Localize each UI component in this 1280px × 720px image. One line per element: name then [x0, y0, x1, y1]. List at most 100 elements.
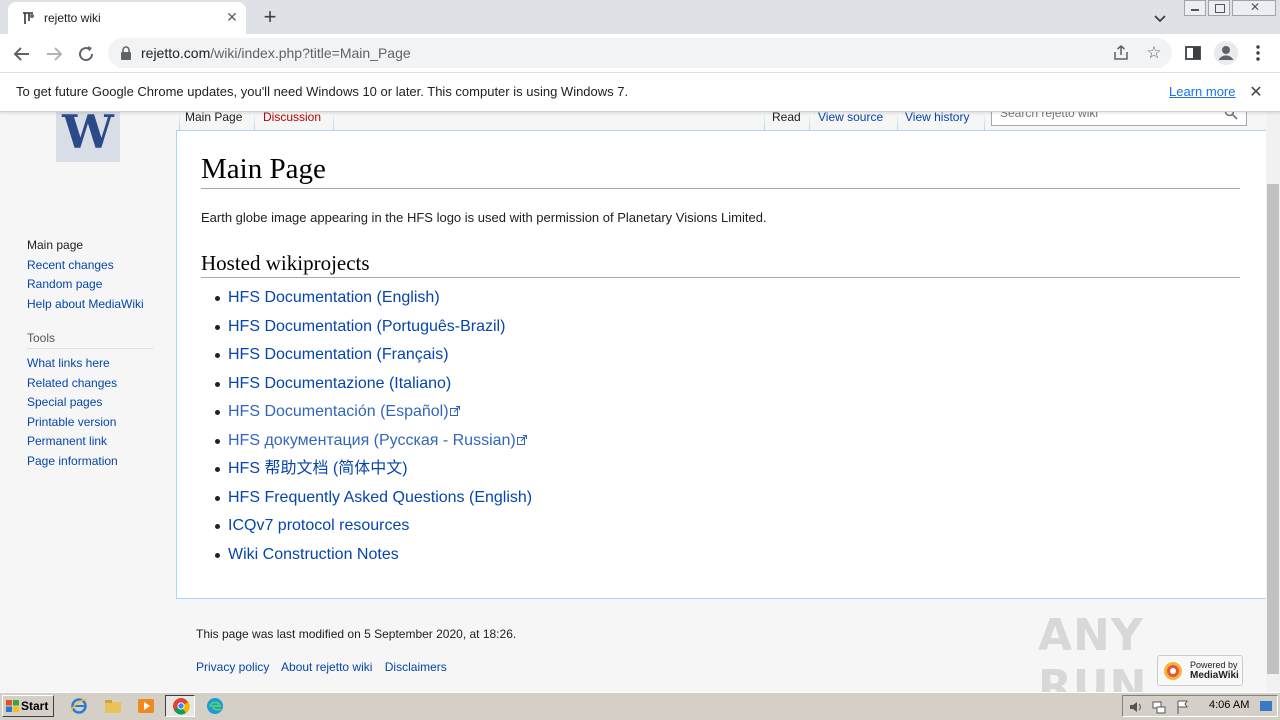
wiki-search-input[interactable]	[998, 112, 1222, 121]
list-item: HFS Documentation (Français)	[215, 344, 532, 373]
reload-icon[interactable]	[74, 42, 98, 66]
scrollbar-thumb[interactable]	[1267, 184, 1279, 674]
media-player-icon[interactable]	[137, 697, 155, 715]
sidebar-item-help[interactable]: Help about MediaWiki	[27, 297, 144, 317]
action-center-flag-icon[interactable]	[1175, 699, 1191, 715]
network-icon[interactable]	[1151, 699, 1167, 715]
project-link[interactable]: HFS Documentation (Français)	[228, 346, 449, 363]
external-link-icon	[516, 434, 527, 445]
taskbar-clock[interactable]: 4:06 AM	[1209, 699, 1249, 711]
bullet-icon	[215, 381, 220, 387]
kebab-menu-icon[interactable]	[1248, 43, 1268, 63]
new-tab-button[interactable]: +	[258, 6, 282, 30]
windows-flag-icon	[6, 700, 19, 712]
list-item: HFS Documentation (English)	[215, 287, 532, 316]
tools-item-what-links-here[interactable]: What links here	[27, 356, 118, 376]
project-link[interactable]: ICQv7 protocol resources	[228, 517, 409, 534]
forward-arrow-icon[interactable]	[42, 42, 66, 66]
learn-more-link[interactable]: Learn more	[1169, 84, 1235, 99]
tools-item-special-pages[interactable]: Special pages	[27, 395, 118, 415]
tab-separator	[984, 112, 985, 132]
tab-discussion[interactable]: Discussion	[263, 112, 321, 132]
sidebar-item-random-page[interactable]: Random page	[27, 277, 144, 297]
footer-link-about[interactable]: About rejetto wiki	[281, 660, 372, 674]
tab-read[interactable]: Read	[772, 112, 801, 132]
close-window-button[interactable]: ✕	[1232, 0, 1276, 16]
tab-close-icon[interactable]: ✕	[222, 8, 242, 28]
footer-link-disclaimers[interactable]: Disclaimers	[385, 660, 447, 674]
list-item: HFS Documentación (Español)	[215, 401, 532, 430]
tab-view-source[interactable]: View source	[818, 112, 883, 132]
tools-item-printable-version[interactable]: Printable version	[27, 415, 118, 435]
side-panel-icon[interactable]	[1184, 44, 1202, 62]
address-bar[interactable]: rejetto.com/wiki/index.php?title=Main_Pa…	[108, 38, 1172, 68]
internet-explorer-icon[interactable]	[70, 697, 88, 715]
sidebar-item-recent-changes[interactable]: Recent changes	[27, 258, 144, 278]
taskbar-chrome-button[interactable]	[165, 695, 195, 717]
wiki-logo[interactable]: W	[56, 112, 120, 162]
minimize-window-button[interactable]	[1184, 0, 1206, 16]
bullet-icon	[215, 324, 220, 330]
lock-icon[interactable]	[120, 46, 132, 60]
tab-strip: rejetto wiki ✕ + ✕	[0, 0, 1280, 34]
page-scrollbar[interactable]	[1266, 112, 1280, 692]
url-text[interactable]: rejetto.com/wiki/index.php?title=Main_Pa…	[141, 45, 411, 61]
tab-separator	[333, 112, 334, 132]
list-item: HFS документация (Русская - Russian)	[215, 430, 532, 459]
wiki-logo-letter: W	[62, 112, 114, 159]
list-item: HFS Documentation (Português-Brazil)	[215, 316, 532, 345]
windows-taskbar: Start 4:06 AM	[0, 692, 1280, 720]
project-link[interactable]: HFS Documentación (Español)	[228, 403, 449, 420]
wiki-search-box[interactable]	[991, 112, 1247, 126]
sidebar-tools: What links here Related changes Special …	[27, 356, 118, 473]
bullet-icon	[215, 410, 220, 415]
wiki-page: W Main page Recent changes Random page H…	[0, 112, 1266, 692]
external-link-icon	[449, 406, 460, 416]
project-link[interactable]: Wiki Construction Notes	[228, 546, 399, 563]
back-arrow-icon[interactable]	[10, 42, 34, 66]
tab-separator	[809, 112, 810, 132]
project-link[interactable]: HFS Documentazione (Italiano)	[228, 375, 451, 392]
project-link[interactable]: HFS Documentation (English)	[228, 289, 440, 306]
bullet-icon	[215, 296, 220, 301]
url-host: rejetto.com	[141, 45, 211, 61]
sidebar-navigation: Main page Recent changes Random page Hel…	[27, 238, 144, 316]
list-item: ICQv7 protocol resources	[215, 515, 532, 544]
infobar-close-icon[interactable]: ✕	[1246, 82, 1266, 102]
start-button[interactable]: Start	[2, 695, 54, 717]
edge-icon[interactable]	[206, 697, 224, 715]
tools-item-page-information[interactable]: Page information	[27, 454, 118, 474]
project-link[interactable]: HFS Documentation (Português-Brazil)	[228, 318, 505, 335]
restore-window-button[interactable]	[1208, 0, 1230, 16]
section-heading: Hosted wikiprojects	[201, 251, 370, 275]
intro-paragraph: Earth globe image appearing in the HFS l…	[201, 210, 767, 225]
project-link[interactable]: HFS документация (Русская - Russian)	[228, 432, 516, 449]
title-divider	[201, 188, 1240, 189]
tab-main-page[interactable]: Main Page	[185, 112, 242, 132]
powered-by-mediawiki-badge[interactable]: Powered by MediaWiki	[1157, 655, 1243, 686]
sidebar-item-main-page[interactable]: Main page	[27, 238, 144, 258]
section-divider	[201, 277, 1240, 278]
start-label: Start	[21, 699, 49, 713]
tools-heading: Tools	[27, 331, 56, 345]
profile-avatar-icon[interactable]	[1214, 41, 1238, 65]
tab-search-chevron-icon[interactable]	[1150, 8, 1170, 28]
tools-item-related-changes[interactable]: Related changes	[27, 376, 118, 396]
browser-tab[interactable]: rejetto wiki ✕	[8, 2, 246, 34]
footer-link-privacy[interactable]: Privacy policy	[196, 660, 269, 674]
share-icon[interactable]	[1112, 44, 1130, 62]
volume-icon[interactable]	[1128, 699, 1144, 715]
project-link[interactable]: HFS Frequently Asked Questions (English)	[228, 489, 532, 506]
list-item: Wiki Construction Notes	[215, 544, 532, 573]
bullet-icon	[215, 524, 220, 529]
project-link[interactable]: HFS 帮助文档 (简体中文)	[228, 460, 408, 477]
tab-view-history[interactable]: View history	[905, 112, 969, 132]
project-list: HFS Documentation (English) HFS Documenta…	[215, 287, 532, 572]
last-modified-text: This page was last modified on 5 Septemb…	[196, 627, 517, 641]
bookmark-star-icon[interactable]: ☆	[1144, 43, 1164, 63]
tools-item-permanent-link[interactable]: Permanent link	[27, 434, 118, 454]
file-explorer-icon[interactable]	[104, 697, 122, 715]
show-desktop-icon[interactable]	[1259, 699, 1273, 713]
search-icon[interactable]	[1224, 112, 1238, 120]
tab-separator	[764, 112, 765, 132]
